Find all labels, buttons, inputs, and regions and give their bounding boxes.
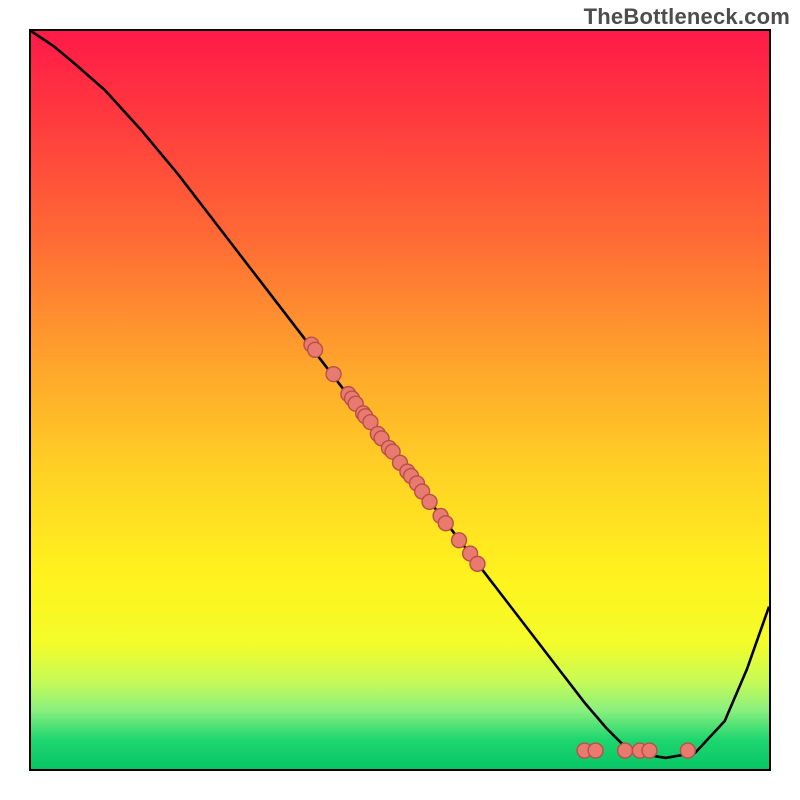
data-point <box>588 743 603 758</box>
plot-area <box>29 29 771 771</box>
data-point <box>422 494 437 509</box>
data-points <box>304 337 695 758</box>
data-point <box>438 516 453 531</box>
data-point <box>470 556 485 571</box>
data-point <box>308 342 323 357</box>
data-point <box>326 367 341 382</box>
data-point <box>642 743 657 758</box>
data-point <box>680 743 695 758</box>
data-point <box>452 533 467 548</box>
data-point <box>618 743 633 758</box>
curve-layer <box>31 31 769 769</box>
bottleneck-curve <box>31 31 769 758</box>
chart-frame: TheBottleneck.com <box>0 0 800 800</box>
watermark-text: TheBottleneck.com <box>584 4 790 30</box>
